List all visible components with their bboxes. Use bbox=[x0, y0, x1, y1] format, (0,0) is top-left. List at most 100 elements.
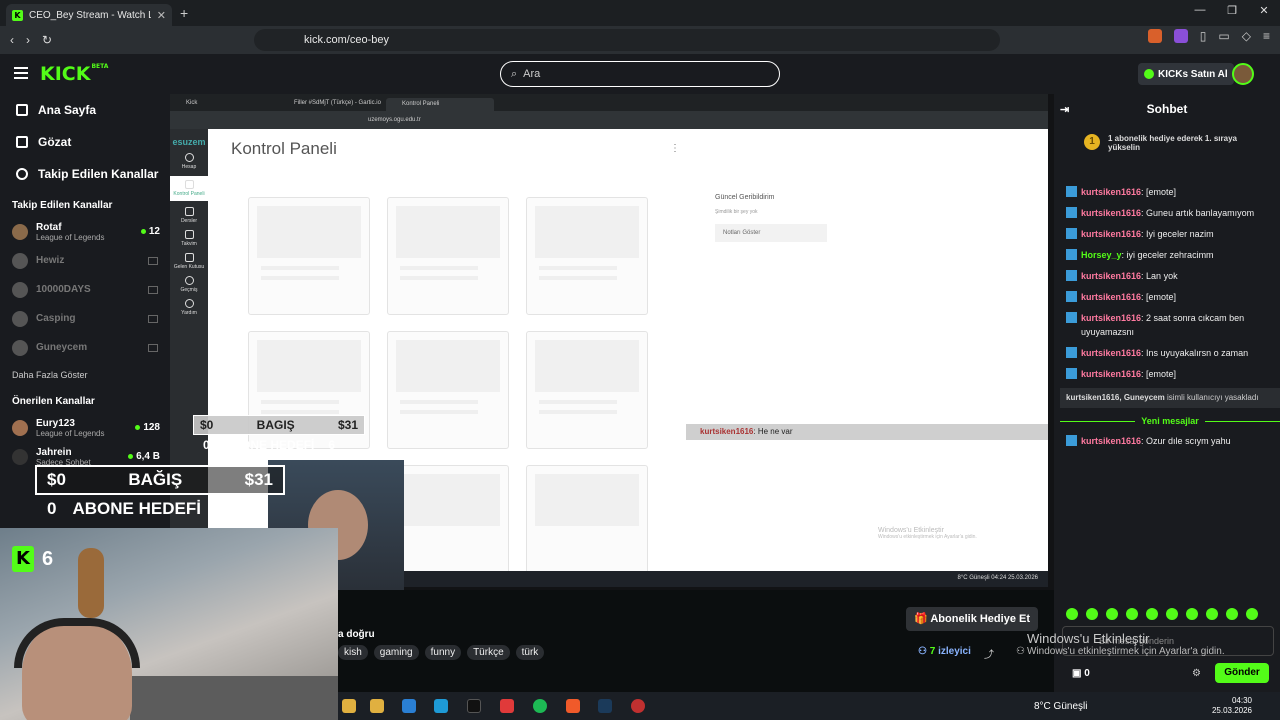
chat-header: ⇥ Sohbet bbox=[1054, 94, 1280, 124]
emote-icon[interactable] bbox=[1186, 608, 1198, 620]
browser-tabbar: K CEO_Bey Stream - Watch Live on ✕ + — ❐… bbox=[0, 0, 1280, 26]
brave-icon[interactable] bbox=[566, 699, 580, 713]
sidebar-item-browse[interactable]: Gözat bbox=[0, 126, 170, 158]
subscriber-badge-icon bbox=[1066, 312, 1077, 323]
emote-icon[interactable] bbox=[1226, 608, 1238, 620]
url-field[interactable]: kick.com/ceo-bey bbox=[254, 29, 1000, 51]
gift-sub-button[interactable]: 🎁 Abonelik Hediye Et bbox=[906, 607, 1038, 631]
chat-overlay-message: kurtsiken1616: He ne var bbox=[686, 424, 1048, 440]
followed-channel-casping[interactable]: Casping bbox=[0, 304, 170, 333]
menu-toggle-icon[interactable] bbox=[14, 67, 28, 82]
kick-count-overlay: K 6 bbox=[12, 546, 53, 572]
stream-title: a doğru bbox=[338, 629, 375, 640]
chat-username[interactable]: kurtsiken1616 bbox=[1081, 292, 1141, 302]
followed-channel-rotaf[interactable]: Rotaf League of Legends 12 bbox=[0, 217, 170, 246]
emote-icon[interactable] bbox=[1066, 608, 1078, 620]
chat-username[interactable]: kurtsiken1616 bbox=[1081, 369, 1141, 379]
chat-username[interactable]: kurtsiken1616 bbox=[1081, 271, 1141, 281]
chat-username[interactable]: kurtsiken1616 bbox=[1081, 348, 1141, 358]
offline-icon bbox=[148, 344, 158, 352]
chat-text: : Ozur dıle scıym yahu bbox=[1141, 436, 1231, 446]
app-red-icon[interactable] bbox=[500, 699, 514, 713]
minimize-button[interactable]: — bbox=[1184, 4, 1216, 17]
subscriber-badge-icon bbox=[1066, 228, 1077, 239]
maximize-button[interactable]: ❐ bbox=[1216, 4, 1248, 17]
windows-taskbar: 8°C Güneşli 04:30 25.03.2026 bbox=[338, 692, 1280, 720]
send-button[interactable]: Gönder bbox=[1215, 663, 1269, 683]
tag[interactable]: kish bbox=[338, 645, 368, 660]
emote-icon[interactable] bbox=[1206, 608, 1218, 620]
channel-name: Jahrein bbox=[36, 446, 72, 458]
menu-icon[interactable]: ≡ bbox=[1263, 29, 1270, 43]
sidebar-icon[interactable]: ▯ bbox=[1200, 29, 1207, 43]
back-button[interactable]: ‹ bbox=[10, 33, 14, 47]
vpn-icon[interactable]: ◇ bbox=[1242, 29, 1251, 43]
chat-username[interactable]: kurtsiken1616 bbox=[1081, 187, 1141, 197]
points-value: 0 bbox=[1084, 668, 1090, 679]
tab-close-icon[interactable]: ✕ bbox=[157, 9, 166, 22]
tag[interactable]: türk bbox=[515, 645, 545, 660]
edge-icon[interactable] bbox=[434, 699, 448, 713]
kick-logo[interactable]: KICKBETA bbox=[40, 63, 108, 85]
chat-text: : Ins uyuyakalırsn o zaman bbox=[1141, 348, 1249, 358]
chat-username[interactable]: kurtsiken1616 bbox=[1081, 229, 1141, 239]
taskbar-clock[interactable]: 04:30 25.03.2026 bbox=[1212, 696, 1252, 716]
rank-badge: 1 bbox=[1084, 134, 1100, 150]
emote-icon[interactable] bbox=[1246, 608, 1258, 620]
close-window-button[interactable]: ✕ bbox=[1248, 4, 1280, 17]
steam-icon[interactable] bbox=[598, 699, 612, 713]
buy-kicks-button[interactable]: KICKs Satın Al bbox=[1138, 63, 1234, 85]
tag[interactable]: Türkçe bbox=[467, 645, 510, 660]
chat-username[interactable]: kurtsiken1616 bbox=[1081, 436, 1141, 446]
weather-widget[interactable]: 8°C Güneşli bbox=[1034, 701, 1087, 712]
emote-icon[interactable] bbox=[1146, 608, 1158, 620]
browser-tab[interactable]: K CEO_Bey Stream - Watch Live on ✕ bbox=[6, 4, 172, 26]
tag[interactable]: gaming bbox=[373, 645, 419, 660]
channel-points[interactable]: ▣ 0 bbox=[1072, 668, 1090, 679]
user-avatar[interactable] bbox=[1232, 63, 1254, 85]
subscriber-badge-icon bbox=[1066, 435, 1077, 446]
sidebar-item-label: Ana Sayfa bbox=[38, 103, 97, 117]
reload-button[interactable]: ↻ bbox=[42, 33, 52, 47]
chat-settings-icon[interactable]: ⚙ bbox=[1192, 668, 1201, 679]
emote-icon[interactable] bbox=[1126, 608, 1138, 620]
share-icon[interactable]: ⤴ bbox=[984, 646, 994, 661]
logo-text: KICK bbox=[40, 63, 91, 85]
tiktok-icon[interactable] bbox=[467, 699, 481, 713]
emote-icon[interactable] bbox=[1106, 608, 1118, 620]
collapse-chat-icon[interactable]: ⇥ bbox=[1060, 103, 1069, 116]
sidebar-item-following[interactable]: Takip Edilen Kanallar bbox=[0, 158, 170, 190]
rewards-icon[interactable] bbox=[1173, 29, 1188, 43]
spotify-icon[interactable] bbox=[533, 699, 547, 713]
app-icon[interactable] bbox=[402, 699, 416, 713]
new-messages-divider: Yeni mesajlar bbox=[1060, 416, 1280, 426]
store-icon[interactable] bbox=[370, 699, 384, 713]
follow-icon[interactable]: ⚇ bbox=[1016, 646, 1025, 657]
search-icon: ⌕ bbox=[511, 67, 518, 80]
show-notes-button: Notları Göster bbox=[715, 224, 827, 242]
obs-icon[interactable] bbox=[631, 699, 645, 713]
tag[interactable]: funny bbox=[424, 645, 462, 660]
chat-username[interactable]: Horsey_y bbox=[1081, 250, 1122, 260]
file-explorer-icon[interactable] bbox=[342, 699, 356, 713]
recommended-channel-eury123[interactable]: Eury123 League of Legends 128 bbox=[0, 413, 170, 442]
forward-button[interactable]: › bbox=[26, 33, 30, 47]
inner-tab: Kick bbox=[186, 99, 198, 106]
followed-channel-guneycem[interactable]: Guneycem bbox=[0, 333, 170, 362]
followed-channel-10000days[interactable]: 10000DAYS bbox=[0, 275, 170, 304]
emote-icon[interactable] bbox=[1166, 608, 1178, 620]
new-tab-button[interactable]: + bbox=[180, 5, 188, 21]
brave-shield-icon[interactable] bbox=[1147, 29, 1162, 43]
followed-channel-hewiz[interactable]: Hewiz bbox=[0, 246, 170, 275]
show-more-link[interactable]: Daha Fazla Göster bbox=[0, 362, 170, 386]
search-input[interactable]: ⌕ Ara bbox=[500, 61, 780, 87]
chat-username[interactable]: kurtsiken1616 bbox=[1081, 313, 1141, 323]
viewer-count-value: 12 bbox=[148, 226, 160, 237]
inner-url: uzemoys.ogu.edu.tr bbox=[368, 117, 421, 123]
emote-icon[interactable] bbox=[1086, 608, 1098, 620]
sidebar-item-home[interactable]: Ana Sayfa bbox=[0, 94, 170, 126]
ban-notice: kurtsiken1616, Guneycem isimli kullanıcı… bbox=[1060, 388, 1280, 408]
wallet-icon[interactable]: ▭ bbox=[1218, 29, 1229, 43]
pinned-gift-leaderboard[interactable]: 1 1 abonelik hediye ederek 1. sıraya yük… bbox=[1084, 134, 1264, 152]
chat-username[interactable]: kurtsiken1616 bbox=[1081, 208, 1141, 218]
